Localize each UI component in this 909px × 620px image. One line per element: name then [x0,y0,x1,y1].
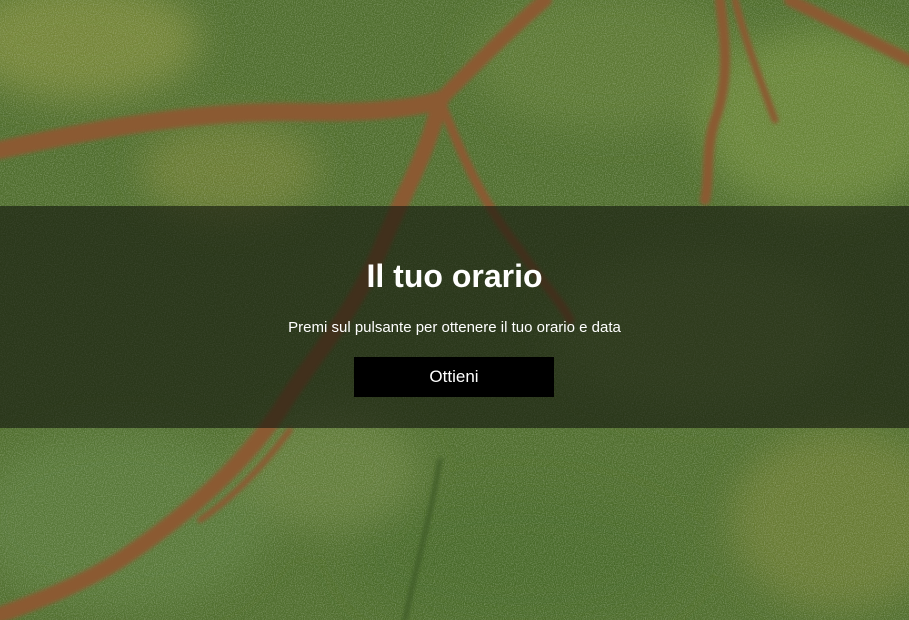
instruction-text: Premi sul pulsante per ottenere il tuo o… [288,319,621,336]
page-title: Il tuo orario [366,258,543,294]
get-time-button[interactable]: Ottieni [354,357,554,397]
hero-overlay-panel: Il tuo orario Premi sul pulsante per ott… [0,206,909,428]
